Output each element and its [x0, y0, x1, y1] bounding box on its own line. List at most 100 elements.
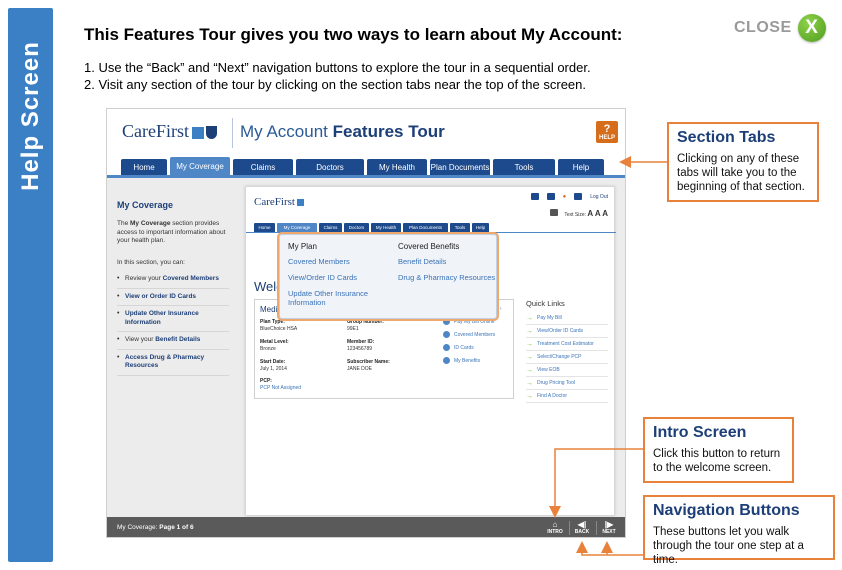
- callout-navigation-buttons: Navigation Buttons These buttons let you…: [643, 495, 835, 566]
- section-description: The My Coverage section provides access …: [117, 220, 226, 244]
- help-button[interactable]: ? HELP: [596, 121, 618, 143]
- tab-plan-documents[interactable]: Plan Documents: [430, 159, 490, 175]
- arrow-right-icon: →: [526, 353, 533, 361]
- quick-link: → View EOB: [526, 364, 608, 377]
- page-title: This Features Tour gives you two ways to…: [84, 25, 623, 44]
- page-indicator: My Coverage: Page 1 of 6: [117, 524, 194, 531]
- field-metal-level: Metal Level: Bronze: [260, 339, 289, 352]
- callout-title: Navigation Buttons: [653, 502, 800, 519]
- mock-tabs-underline: [246, 232, 616, 233]
- help-screen-title: Help Screen: [16, 41, 44, 191]
- instructions: 1. Use the “Back” and “Next” navigation …: [84, 59, 591, 93]
- mock-logo: CareFirst: [254, 196, 304, 208]
- instruction-2: 2. Visit any section of the tour by clic…: [84, 77, 586, 92]
- arrow-circle-icon: [443, 357, 450, 364]
- close-label: CLOSE: [734, 19, 792, 36]
- tour-title: My Account Features Tour: [240, 122, 445, 141]
- mock-site: CareFirst ● Log Out Text Size: A A A Hom…: [245, 186, 616, 516]
- callout-body: Click this button to return to the welco…: [653, 448, 781, 474]
- coverage-card-title: Medi: [260, 305, 278, 314]
- section-tabs: Home My Coverage Claims Doctors My Healt…: [121, 157, 604, 175]
- list-item: View or Order ID Cards: [117, 289, 229, 306]
- my-coverage-dropdown: My Plan Covered Members View/Order ID Ca…: [279, 234, 497, 319]
- arrow-right-icon: →: [526, 314, 533, 322]
- mock-tab-help: Help: [472, 223, 489, 232]
- dropdown-link: Covered Members: [288, 257, 350, 266]
- notification-dot-icon: ●: [562, 193, 567, 200]
- tab-doctors[interactable]: Doctors: [296, 159, 364, 175]
- quick-links-title: Quick Links: [526, 299, 565, 308]
- arrow-circle-icon: [443, 344, 450, 351]
- gear-icon: [530, 193, 539, 200]
- callout-body: These buttons let you walk through the t…: [653, 526, 804, 566]
- field-subscriber-name: Subscriber Name: JANE DOE: [347, 359, 390, 372]
- tour-header: CareFirst My Account Features Tour ? HELP…: [107, 109, 625, 177]
- dropdown-col-my-plan: My Plan Covered Members View/Order ID Ca…: [288, 242, 388, 314]
- mock-tab-my-coverage: My Coverage: [277, 223, 317, 232]
- quick-link: → Find A Doctor: [526, 390, 608, 403]
- quick-link: → Drug Pricing Tool: [526, 377, 608, 390]
- tab-tools[interactable]: Tools: [493, 159, 555, 175]
- section-can-text: In this section, you can:: [117, 259, 185, 266]
- dropdown-link: Drug & Pharmacy Resources: [398, 273, 496, 282]
- phone-icon: [574, 193, 583, 200]
- mock-utility-bar: ● Log Out: [530, 193, 608, 200]
- close-button[interactable]: CLOSE X: [734, 14, 826, 42]
- mock-tabs: Home My Coverage Claims Doctors My Healt…: [254, 223, 489, 232]
- action-id-cards: ID Cards: [443, 344, 495, 351]
- section-info-panel: My Coverage The My Coverage section prov…: [107, 178, 232, 537]
- callout-intro-screen: Intro Screen Click this button to return…: [643, 417, 794, 483]
- action-my-benefits: My Benefits: [443, 357, 495, 364]
- arrow-to-back: [576, 541, 643, 556]
- mail-icon: [546, 193, 555, 200]
- arrow-right-icon: →: [526, 340, 533, 348]
- list-item: Update Other Insurance Information: [117, 306, 229, 332]
- field-pcp: PCP: PCP Not Assigned: [260, 378, 302, 391]
- tab-my-coverage[interactable]: My Coverage: [170, 157, 230, 175]
- field-group-number: Group Number: 99E1: [347, 319, 384, 332]
- callout-title: Intro Screen: [653, 424, 747, 441]
- carefirst-logo: CareFirst: [122, 121, 217, 142]
- quick-link: → Pay My Bill: [526, 312, 608, 325]
- section-title: My Coverage: [117, 200, 174, 210]
- field-start-date: Start Date: July 1, 2014: [260, 359, 287, 372]
- tour-screenshot: CareFirst My Account Features Tour ? HELP…: [106, 108, 626, 538]
- action-pay-bill: Pay My Bill Online: [443, 318, 495, 325]
- list-item: Access Drug & Pharmacy Resources: [117, 350, 229, 376]
- next-icon: |▶: [604, 520, 614, 529]
- dropdown-heading: Covered Benefits: [398, 242, 460, 251]
- tab-home[interactable]: Home: [121, 159, 167, 175]
- tab-claims[interactable]: Claims: [233, 159, 293, 175]
- mock-tab-claims: Claims: [319, 223, 342, 232]
- arrow-circle-icon: [443, 331, 450, 338]
- tab-my-health[interactable]: My Health: [367, 159, 427, 175]
- header-divider: [232, 118, 233, 148]
- arrow-circle-icon: [443, 318, 450, 325]
- dropdown-link: Update Other Insurance Information: [288, 289, 369, 307]
- mock-tab-plan-documents: Plan Documents: [403, 223, 448, 232]
- list-item: Review your Covered Members: [117, 271, 229, 289]
- next-button[interactable]: |▶ NEXT: [597, 520, 621, 537]
- text-size-control: Text Size: A A A: [564, 209, 608, 218]
- dropdown-col-covered-benefits: Covered Benefits Benefit Details Drug & …: [398, 242, 498, 289]
- tab-help[interactable]: Help: [558, 159, 604, 175]
- back-button[interactable]: ◀| BACK: [570, 520, 594, 537]
- arrow-right-icon: →: [526, 392, 533, 400]
- help-screen-sidebar: Help Screen: [8, 8, 53, 562]
- intro-button[interactable]: ⌂ INTRO: [543, 520, 567, 537]
- home-icon: ⌂: [552, 520, 558, 529]
- section-bullets: Review your Covered Members View or Orde…: [117, 271, 229, 376]
- logout-link[interactable]: Log Out: [590, 194, 608, 200]
- print-icon: [550, 209, 558, 216]
- arrow-right-icon: →: [526, 366, 533, 374]
- field-plan-type: Plan Type: BlueChoice HSA: [260, 319, 298, 332]
- callout-section-tabs: Section Tabs Clicking on any of these ta…: [667, 122, 819, 202]
- mock-tab-doctors: Doctors: [344, 223, 369, 232]
- card-actions: Pay My Bill Online Covered Members ID Ca…: [443, 318, 495, 370]
- instruction-1: 1. Use the “Back” and “Next” navigation …: [84, 60, 591, 75]
- arrow-right-icon: →: [526, 327, 533, 335]
- callout-title: Section Tabs: [677, 129, 776, 146]
- list-item: View your Benefit Details: [117, 332, 229, 350]
- bottom-nav-bar: My Coverage: Page 1 of 6 ⌂ INTRO ◀| BACK |…: [107, 517, 625, 537]
- blue-shield-icon: [206, 126, 217, 140]
